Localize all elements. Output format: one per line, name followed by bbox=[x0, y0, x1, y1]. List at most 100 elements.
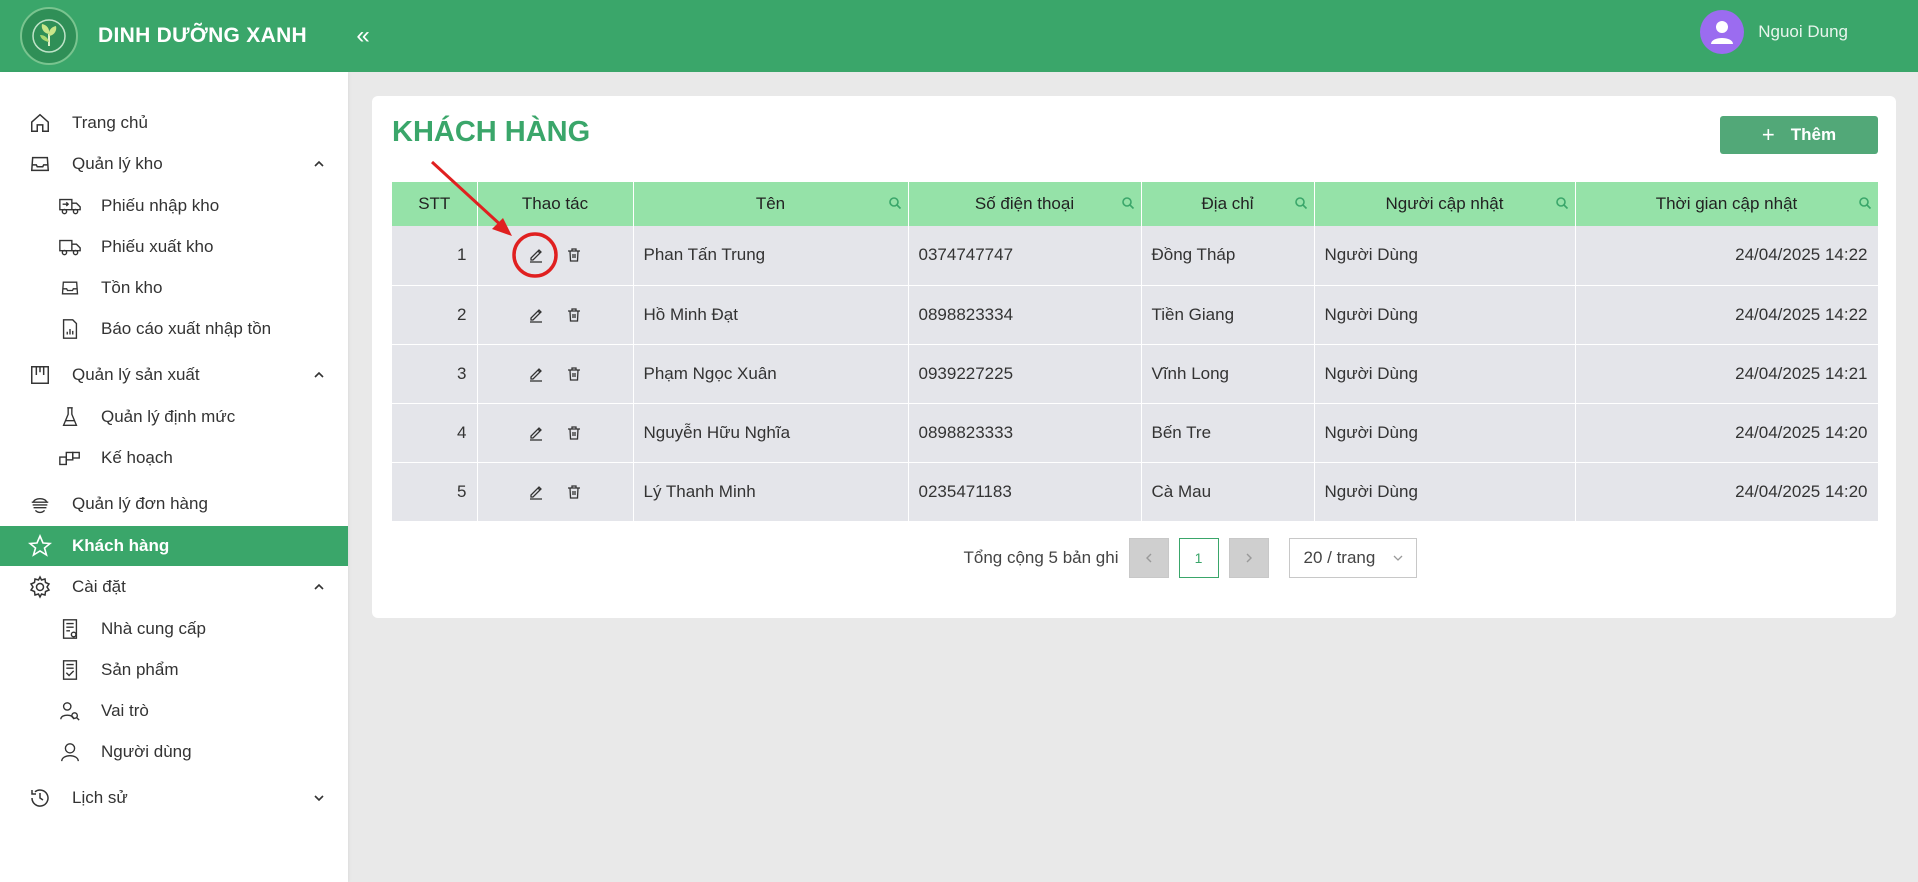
edit-icon[interactable] bbox=[525, 422, 547, 444]
table-row[interactable]: 4 Nguyễn Hữu Nghĩa 0898823333 Bến Tre Người … bbox=[392, 403, 1879, 463]
cell-stt: 5 bbox=[392, 462, 478, 522]
cell-updated-by: Người Dùng bbox=[1314, 462, 1576, 522]
cell-updated-at: 24/04/2025 14:22 bbox=[1575, 226, 1879, 286]
trash-icon[interactable] bbox=[563, 363, 585, 385]
sidebar-item-production[interactable]: Quản lý sản xuất bbox=[0, 355, 348, 395]
sidebar-item-plan[interactable]: Kế hoạch bbox=[0, 438, 348, 478]
cell-name: Lý Thanh Minh bbox=[633, 462, 909, 522]
sidebar-item-products[interactable]: Sản phẩm bbox=[0, 650, 348, 690]
supplier-icon bbox=[58, 617, 82, 641]
cell-address: Cà Mau bbox=[1141, 462, 1315, 522]
sidebar-item-label: Tồn kho bbox=[101, 278, 163, 297]
gear-icon bbox=[28, 575, 52, 599]
sidebar-item-label: Phiếu xuất kho bbox=[101, 237, 214, 256]
collapse-sidebar-button[interactable]: « bbox=[348, 22, 378, 50]
trash-icon[interactable] bbox=[563, 422, 585, 444]
header-phone[interactable]: Số điện thoại bbox=[908, 182, 1142, 226]
cell-updated-at: 24/04/2025 14:20 bbox=[1575, 403, 1879, 463]
sidebar-item-settings[interactable]: Cài đặt bbox=[0, 567, 348, 607]
sidebar-item-home[interactable]: Trang chủ bbox=[0, 103, 348, 143]
cell-actions bbox=[477, 462, 634, 522]
avatar[interactable] bbox=[1700, 10, 1745, 54]
cell-stt: 2 bbox=[392, 285, 478, 345]
cell-name: Nguyễn Hữu Nghĩa bbox=[633, 403, 909, 463]
cell-phone: 0939227225 bbox=[908, 344, 1142, 404]
edit-icon[interactable] bbox=[525, 244, 547, 266]
pagination: Tổng cộng 5 bản ghi 1 20 / trang bbox=[372, 538, 1896, 578]
table-row[interactable]: 3 Phạm Ngọc Xuân 0939227225 Vĩnh Long Người … bbox=[392, 344, 1879, 404]
cell-updated-at: 24/04/2025 14:22 bbox=[1575, 285, 1879, 345]
user-name[interactable]: Nguoi Dung bbox=[1758, 22, 1848, 42]
chevron-down-icon bbox=[1393, 555, 1402, 561]
inbox-icon bbox=[58, 276, 82, 300]
header-address[interactable]: Địa chỉ bbox=[1141, 182, 1315, 226]
cell-updated-by: Người Dùng bbox=[1314, 403, 1576, 463]
search-icon[interactable] bbox=[1555, 196, 1569, 210]
edit-icon[interactable] bbox=[525, 363, 547, 385]
cell-address: Vĩnh Long bbox=[1141, 344, 1315, 404]
sidebar-item-stock-in[interactable]: Phiếu nhập kho bbox=[0, 186, 348, 226]
sidebar-item-label: Quản lý đơn hàng bbox=[72, 494, 208, 513]
cell-address: Bến Tre bbox=[1141, 403, 1315, 463]
cell-stt: 4 bbox=[392, 403, 478, 463]
table-row[interactable]: 2 Hồ Minh Đạt 0898823334 Tiền Giang Người Dù… bbox=[392, 285, 1879, 345]
sidebar-item-customers[interactable]: Khách hàng bbox=[0, 526, 348, 566]
sidebar-item-label: Quản lý kho bbox=[72, 154, 163, 173]
search-icon[interactable] bbox=[1858, 196, 1872, 210]
sidebar-item-label: Quản lý định mức bbox=[101, 407, 236, 426]
cell-phone: 0898823333 bbox=[908, 403, 1142, 463]
sidebar-item-label: Quản lý sản xuất bbox=[72, 365, 200, 384]
cell-actions bbox=[477, 403, 634, 463]
brand: DINH DƯỠNG XANH bbox=[0, 0, 348, 72]
sidebar-item-label: Vai trò bbox=[101, 701, 149, 720]
header-stt: STT bbox=[392, 182, 478, 226]
page-size-select[interactable]: 20 / trang bbox=[1288, 538, 1417, 578]
trash-icon[interactable] bbox=[563, 481, 585, 503]
next-page-button[interactable] bbox=[1228, 538, 1269, 578]
table-row[interactable]: 5 Lý Thanh Minh 0235471183 Cà Mau Người Dùng… bbox=[392, 462, 1879, 522]
plus-icon: + bbox=[1761, 122, 1775, 147]
sidebar-item-suppliers[interactable]: Nhà cung cấp bbox=[0, 609, 348, 649]
prev-page-button[interactable] bbox=[1128, 538, 1169, 578]
user-menu[interactable]: Nguoi Dung bbox=[1700, 10, 1848, 54]
total-records: Tổng cộng 5 bản ghi bbox=[963, 548, 1119, 567]
sidebar-item-report[interactable]: Báo cáo xuất nhập tồn bbox=[0, 309, 348, 349]
report-icon bbox=[58, 317, 82, 341]
cell-stt: 3 bbox=[392, 344, 478, 404]
sidebar-item-warehouse[interactable]: Quản lý kho bbox=[0, 144, 348, 184]
header-updated-by[interactable]: Người cập nhật bbox=[1314, 182, 1576, 226]
trash-icon[interactable] bbox=[563, 304, 585, 326]
plan-icon bbox=[58, 446, 82, 470]
edit-icon[interactable] bbox=[525, 304, 547, 326]
add-customer-button[interactable]: + Thêm bbox=[1720, 116, 1878, 154]
sidebar-item-roles[interactable]: Vai trò bbox=[0, 691, 348, 731]
edit-icon[interactable] bbox=[525, 481, 547, 503]
trash-icon[interactable] bbox=[563, 244, 585, 266]
factory-icon bbox=[28, 363, 52, 387]
sidebar-item-stock-out[interactable]: Phiếu xuất kho bbox=[0, 227, 348, 267]
sidebar: Trang chủ Quản lý kho Phiếu nhập kho Phi… bbox=[0, 72, 348, 882]
cell-phone: 0235471183 bbox=[908, 462, 1142, 522]
cell-address: Đồng Tháp bbox=[1141, 226, 1315, 286]
sidebar-item-users[interactable]: Người dùng bbox=[0, 732, 348, 772]
sidebar-item-label: Cài đặt bbox=[72, 577, 126, 596]
app-title: DINH DƯỠNG XANH bbox=[98, 24, 308, 47]
header-updated-at[interactable]: Thời gian cập nhật bbox=[1575, 182, 1879, 226]
cell-phone: 0898823334 bbox=[908, 285, 1142, 345]
sidebar-item-label: Người dùng bbox=[101, 742, 192, 761]
page-1-button[interactable]: 1 bbox=[1178, 538, 1219, 578]
top-header: DINH DƯỠNG XANH « Nguoi Dung bbox=[0, 0, 1918, 72]
cell-actions bbox=[477, 226, 634, 286]
sidebar-item-norms[interactable]: Quản lý định mức bbox=[0, 397, 348, 437]
truck-in-icon bbox=[58, 194, 82, 218]
sidebar-item-orders[interactable]: Quản lý đơn hàng bbox=[0, 484, 348, 524]
sidebar-item-inventory[interactable]: Tồn kho bbox=[0, 268, 348, 308]
search-icon[interactable] bbox=[1121, 196, 1135, 210]
table-row[interactable]: 1 Phan Tấn Trung 0374747747 Đồng Tháp Người … bbox=[392, 226, 1879, 286]
cell-updated-at: 24/04/2025 14:20 bbox=[1575, 462, 1879, 522]
search-icon[interactable] bbox=[888, 196, 902, 210]
header-name[interactable]: Tên bbox=[633, 182, 909, 226]
cell-name: Phạm Ngọc Xuân bbox=[633, 344, 909, 404]
sidebar-item-history[interactable]: Lịch sử bbox=[0, 778, 348, 818]
search-icon[interactable] bbox=[1294, 196, 1308, 210]
